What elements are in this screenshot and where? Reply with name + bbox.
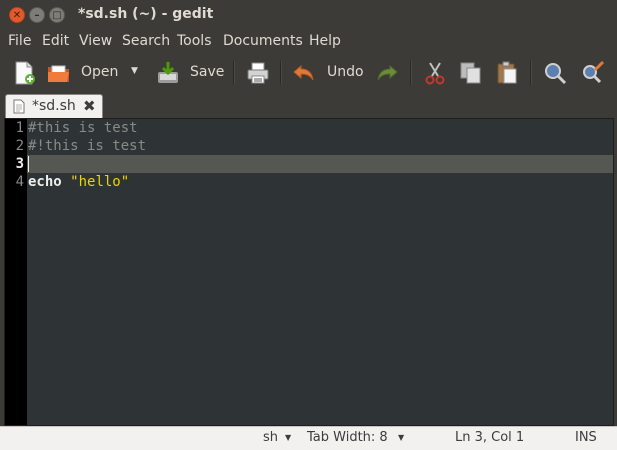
undo-icon[interactable]	[291, 60, 317, 86]
text-cursor	[28, 156, 29, 172]
undo-button[interactable]: Undo	[327, 64, 364, 80]
maximize-window-button[interactable]: □	[49, 7, 65, 23]
language-selector[interactable]: sh	[263, 430, 278, 445]
current-line-highlight	[27, 155, 613, 173]
menu-tools[interactable]: Tools	[177, 33, 212, 49]
toolbar-separator	[410, 61, 412, 85]
open-folder-icon[interactable]	[46, 60, 72, 86]
status-bar: sh ▼ Tab Width: 8 ▼ Ln 3, Col 1 INS	[0, 426, 617, 450]
open-recent-dropdown[interactable]: ▼	[131, 66, 138, 76]
tab-close-icon[interactable]: ✖	[83, 97, 96, 115]
toolbar: Open ▼ Save Undo	[0, 54, 617, 92]
replace-icon[interactable]	[580, 60, 606, 86]
save-button[interactable]: Save	[190, 64, 224, 80]
paste-icon[interactable]	[494, 60, 520, 86]
code-line[interactable]: #!this is test	[28, 137, 146, 155]
cursor-position: Ln 3, Col 1	[455, 430, 525, 445]
string-token: "hello"	[70, 174, 130, 190]
menu-edit[interactable]: Edit	[42, 33, 69, 49]
line-number: 2	[15, 138, 24, 154]
tab-width-selector[interactable]: Tab Width: 8	[307, 430, 388, 445]
save-icon[interactable]	[155, 60, 181, 86]
line-number-current: 3	[15, 156, 24, 172]
chevron-down-icon[interactable]: ▼	[285, 433, 291, 442]
redo-icon[interactable]	[374, 60, 400, 86]
minimize-window-button[interactable]: –	[29, 7, 45, 23]
gedit-window: ✕ – □ *sd.sh (~) - gedit File Edit View …	[0, 0, 617, 450]
chevron-down-icon[interactable]: ▼	[398, 433, 404, 442]
menu-bar: File Edit View Search Tools Documents He…	[0, 30, 617, 54]
close-window-button[interactable]: ✕	[9, 7, 25, 23]
window-title: *sd.sh (~) - gedit	[78, 6, 214, 22]
title-bar[interactable]: ✕ – □ *sd.sh (~) - gedit	[0, 0, 617, 30]
line-number: 1	[15, 120, 24, 136]
menu-help[interactable]: Help	[309, 33, 341, 49]
toolbar-separator	[530, 61, 532, 85]
toolbar-separator	[233, 61, 235, 85]
search-icon[interactable]	[542, 60, 568, 86]
copy-icon[interactable]	[458, 60, 484, 86]
print-icon[interactable]	[245, 60, 271, 86]
menu-view[interactable]: View	[79, 33, 112, 49]
code-line[interactable]: echo "hello"	[28, 173, 129, 191]
menu-search[interactable]: Search	[122, 33, 170, 49]
document-tab-bar: *sd.sh ✖	[0, 92, 617, 118]
text-editor-area[interactable]: 1 2 3 4 #this is test #!this is test ech…	[4, 118, 614, 426]
line-number: 4	[15, 174, 24, 190]
open-button[interactable]: Open	[81, 64, 118, 80]
new-document-icon[interactable]	[11, 60, 37, 86]
keyword-token: echo	[28, 174, 62, 190]
cut-icon[interactable]	[422, 60, 448, 86]
tab-sd-sh[interactable]: *sd.sh ✖	[5, 94, 103, 118]
insert-mode-indicator: INS	[575, 430, 597, 445]
toolbar-separator	[280, 61, 282, 85]
menu-documents[interactable]: Documents	[223, 33, 303, 49]
line-number-gutter: 1 2 3 4	[5, 119, 27, 425]
menu-file[interactable]: File	[8, 33, 31, 49]
tab-label: *sd.sh	[32, 98, 76, 114]
text-document-icon	[13, 99, 25, 114]
code-line[interactable]: #this is test	[28, 119, 138, 137]
